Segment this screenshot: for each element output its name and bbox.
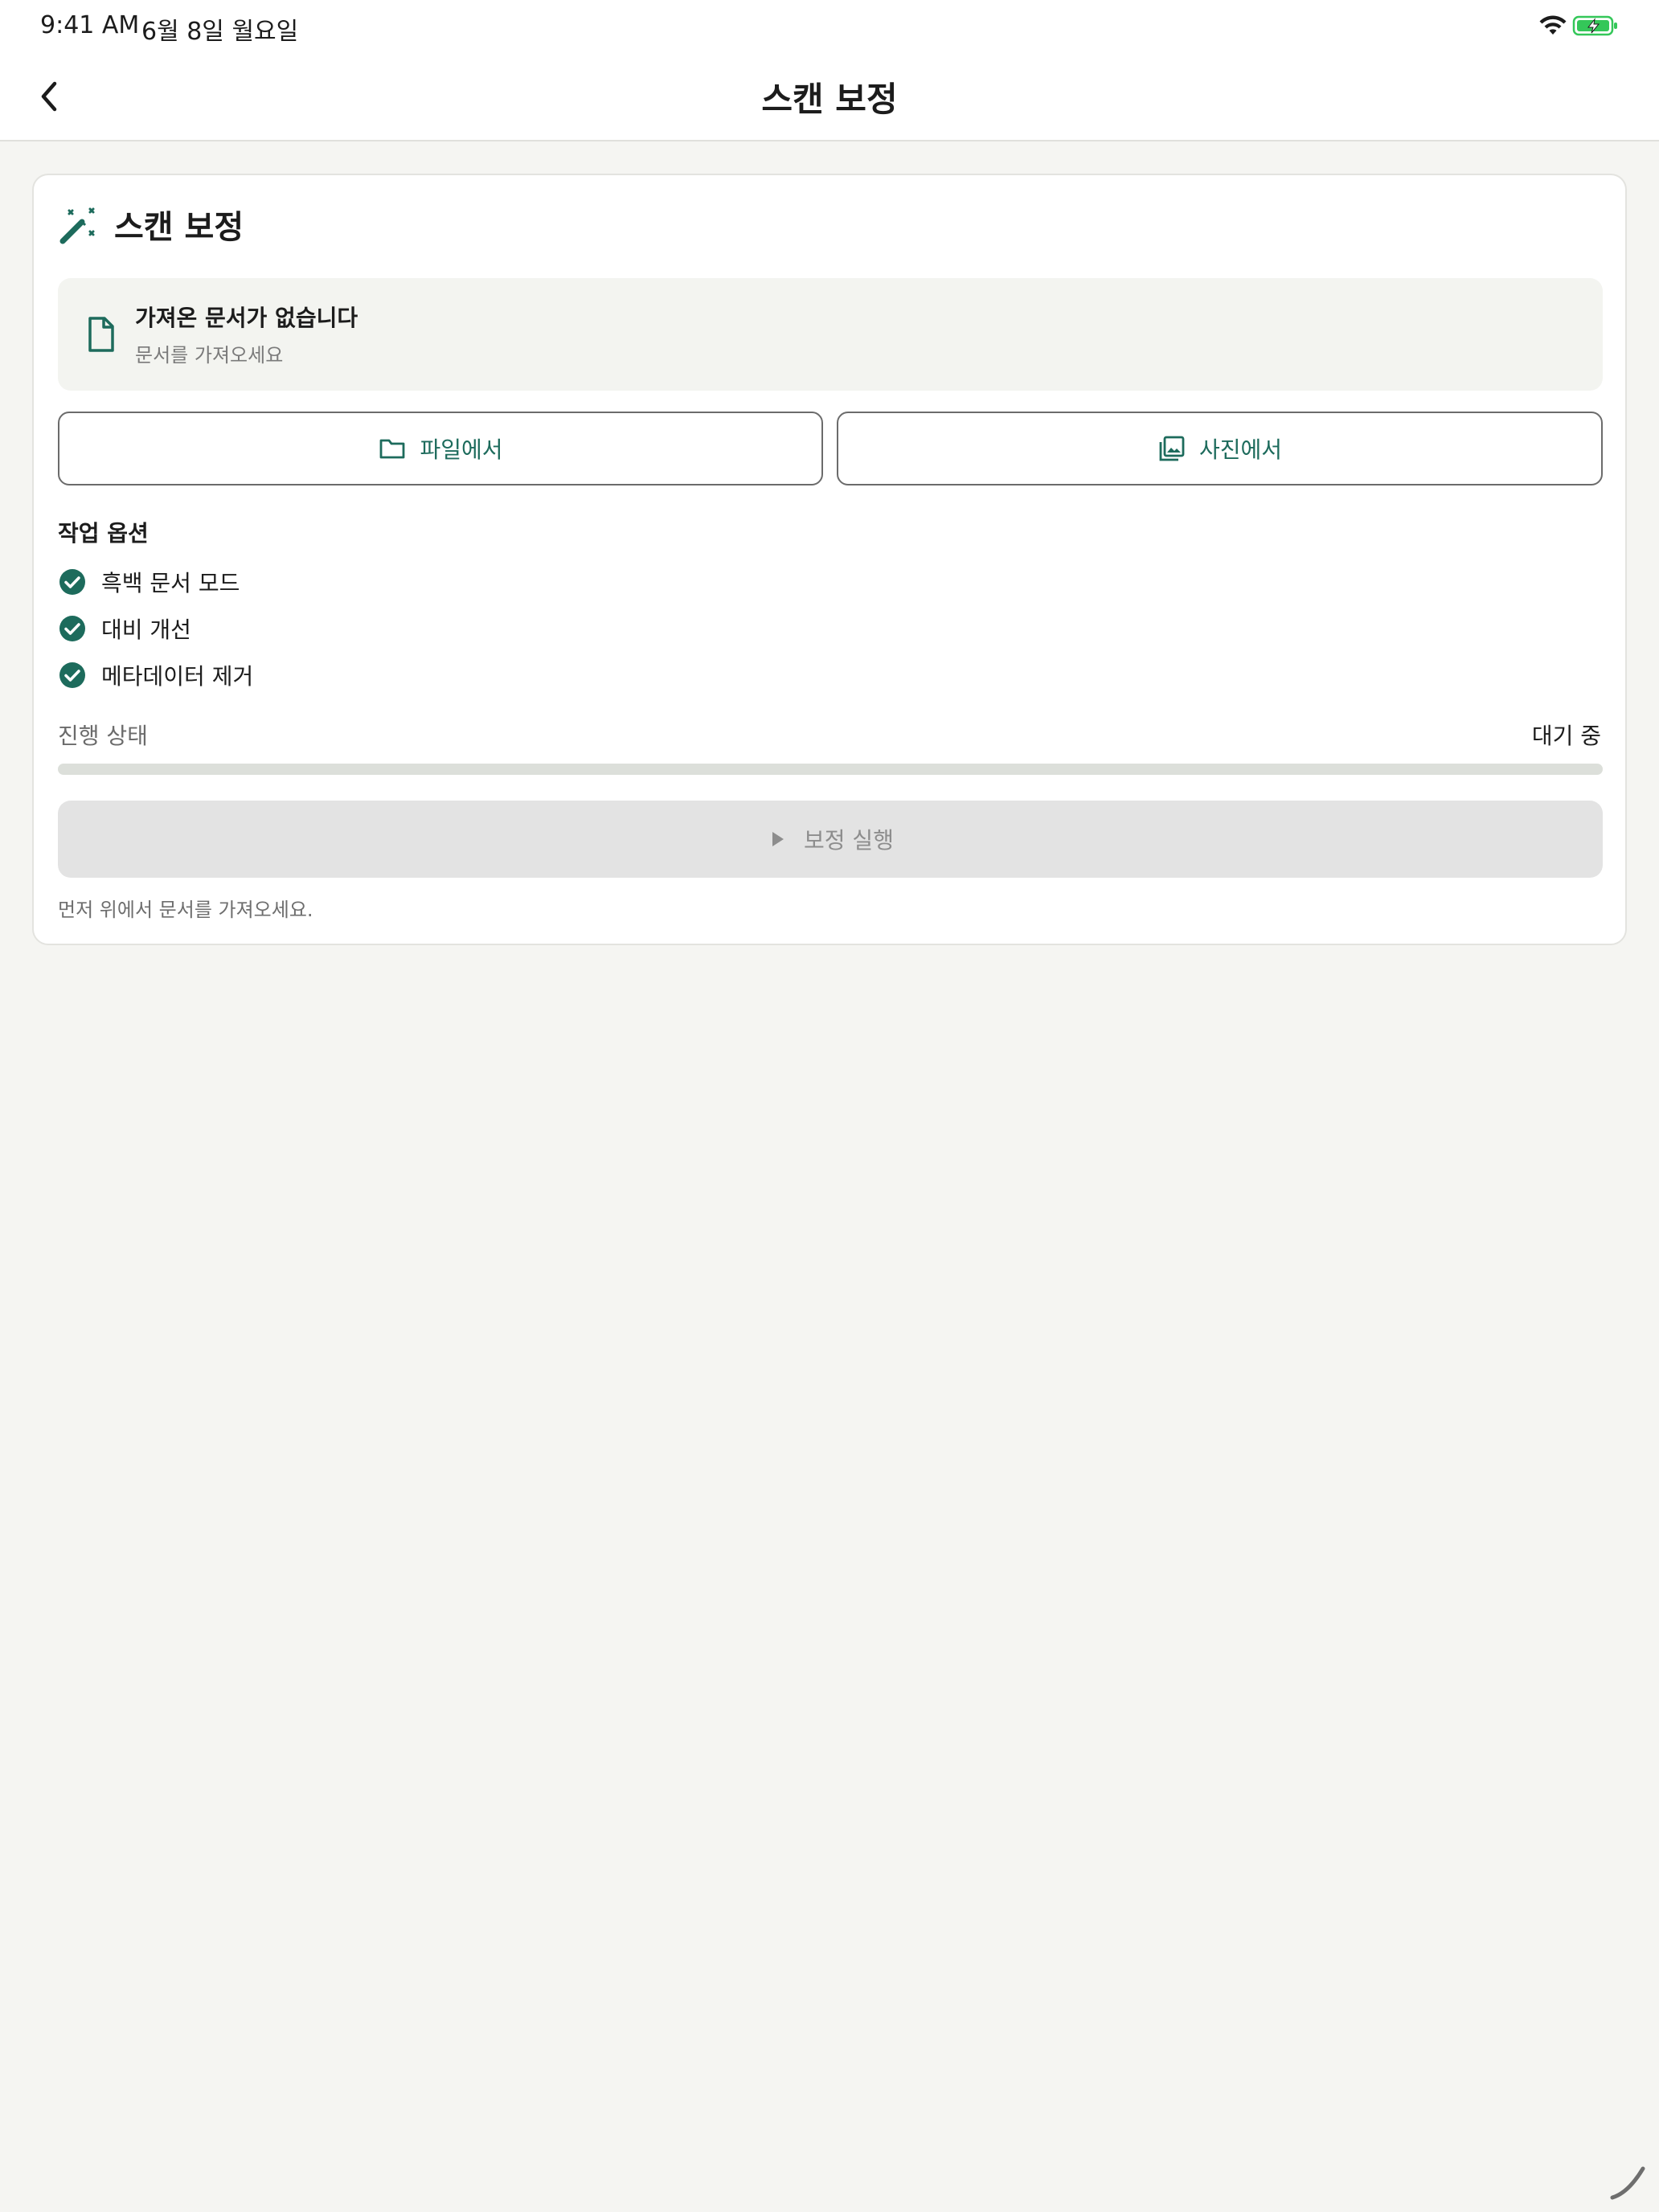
play-icon <box>772 832 784 846</box>
document-status-panel: 가져온 문서가 없습니다 문서를 가져오세요 <box>58 278 1603 391</box>
page-title: 스캔 보정 <box>761 80 898 119</box>
wifi-icon <box>1539 15 1567 35</box>
photo-library-icon <box>1159 436 1185 461</box>
option-label: 메타데이터 제거 <box>101 663 254 690</box>
run-enhance-label: 보정 실행 <box>804 827 894 854</box>
option-remove-metadata[interactable]: 메타데이터 제거 <box>58 657 253 693</box>
hint-text: 먼저 위에서 문서를 가져오세요. <box>58 899 313 921</box>
progress-bar <box>58 764 1603 775</box>
card-title: 스캔 보정 <box>114 209 244 246</box>
option-grayscale-mode[interactable]: 흑백 문서 모드 <box>58 564 240 600</box>
document-status-subtitle: 문서를 가져오세요 <box>135 344 284 367</box>
options-section-label: 작업 옵션 <box>58 520 149 547</box>
magic-wand-icon <box>59 207 95 244</box>
navigation-bar: 스캔 보정 <box>0 51 1659 141</box>
pencil-stroke-icon <box>1610 2166 1645 2200</box>
check-circle-icon <box>59 616 85 641</box>
option-contrast-improvement[interactable]: 대비 개선 <box>58 611 191 646</box>
run-enhance-button[interactable]: 보정 실행 <box>58 801 1603 878</box>
import-from-photos-label: 사진에서 <box>1198 436 1283 463</box>
document-icon <box>88 317 114 352</box>
scan-enhance-card: 스캔 보정 가져온 문서가 없습니다 문서를 가져오세요 파일에서 사진에서 작… <box>32 174 1627 945</box>
progress-label: 진행 상태 <box>58 723 148 749</box>
check-circle-icon <box>59 662 85 688</box>
status-time: 9:41 AM <box>40 11 140 39</box>
import-from-files-button[interactable]: 파일에서 <box>58 412 823 485</box>
battery-charging-icon <box>1572 15 1617 36</box>
status-date: 6월 8일 월요일 <box>141 18 299 46</box>
screen: 9:41 AM 6월 8일 월요일 스캔 보정 스캔 보정 가져온 문서가 없습… <box>0 0 1659 2212</box>
progress-status: 대기 중 <box>1531 723 1601 749</box>
status-bar: 9:41 AM 6월 8일 월요일 <box>0 0 1659 51</box>
option-label: 흑백 문서 모드 <box>101 570 240 596</box>
check-circle-icon <box>59 569 85 595</box>
folder-icon <box>380 439 405 459</box>
import-from-files-label: 파일에서 <box>420 436 503 463</box>
document-status-title: 가져온 문서가 없습니다 <box>135 305 358 331</box>
import-from-photos-button[interactable]: 사진에서 <box>837 412 1603 485</box>
option-label: 대비 개선 <box>101 616 191 643</box>
